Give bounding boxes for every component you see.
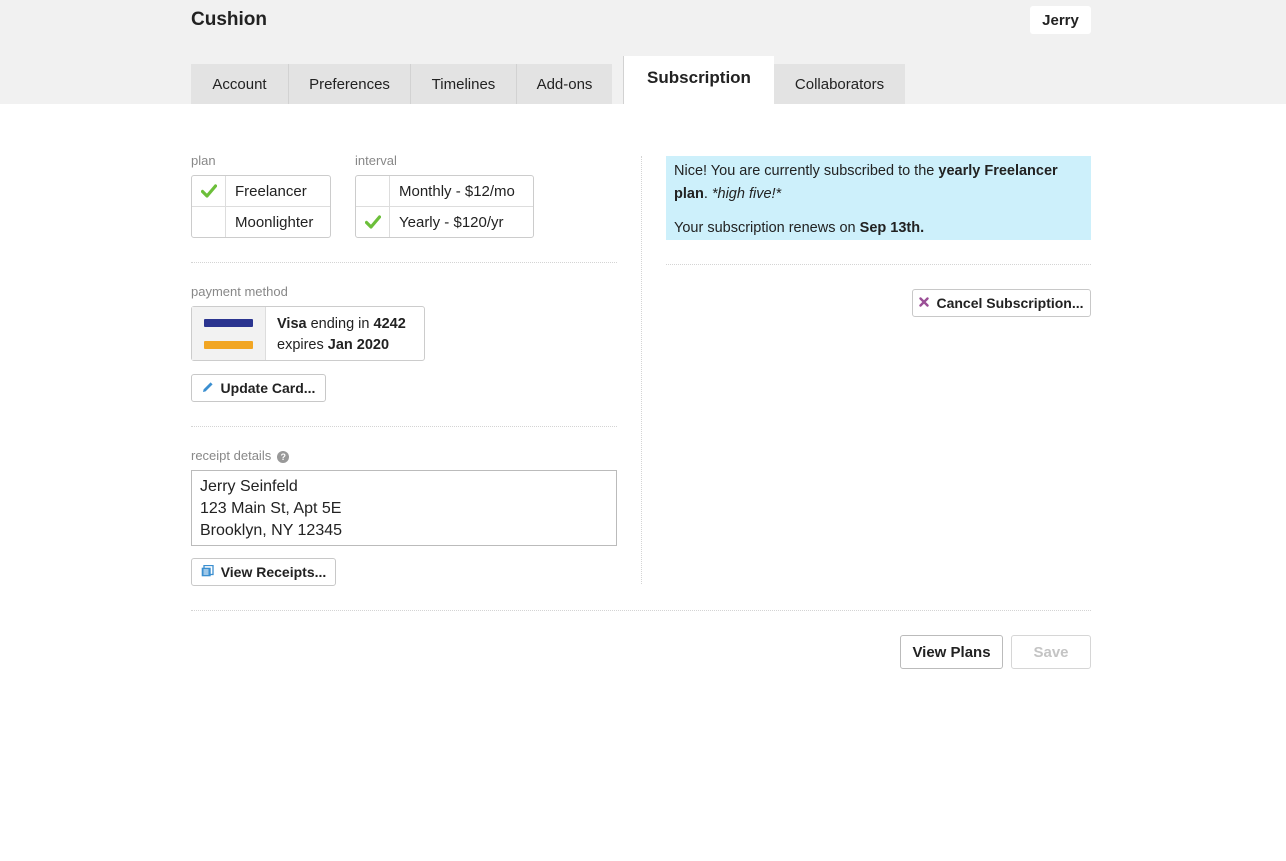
- payment-method-label: payment method: [191, 284, 288, 299]
- card-expiry: Jan 2020: [327, 337, 390, 353]
- tab-account[interactable]: Account: [191, 64, 288, 104]
- checkmark-icon: [192, 176, 226, 206]
- interval-option-monthly[interactable]: Monthly - $12/mo: [356, 176, 533, 206]
- receipt-line: Brooklyn, NY 12345: [200, 522, 343, 539]
- interval-label: interval: [355, 153, 397, 168]
- receipt-details-text: receipt details: [191, 448, 272, 463]
- plan-option-label: Freelancer: [235, 182, 307, 200]
- view-plans-button[interactable]: View Plans: [900, 635, 1003, 669]
- cancel-subscription-label: Cancel Subscription...: [936, 295, 1084, 311]
- app-logo[interactable]: Cushion: [191, 9, 267, 31]
- tab-timelines[interactable]: Timelines: [410, 64, 516, 104]
- status-line-1: Nice! You are currently subscribed to th…: [674, 163, 1058, 202]
- divider: [666, 264, 1091, 265]
- receipts-icon: [201, 564, 214, 580]
- header-bar: Cushion Jerry Account Preferences Timeli…: [0, 0, 1286, 104]
- footer-divider: [191, 610, 1091, 611]
- interval-option-yearly[interactable]: Yearly - $120/yr: [356, 206, 533, 237]
- tab-collaborators[interactable]: Collaborators: [774, 64, 905, 104]
- plan-option-moonlighter[interactable]: Moonlighter: [192, 206, 330, 237]
- tab-add-ons[interactable]: Add-ons: [516, 64, 612, 104]
- view-receipts-label: View Receipts...: [220, 564, 327, 580]
- checkmark-icon: [356, 207, 390, 237]
- plan-option-label: Moonlighter: [235, 213, 314, 231]
- save-button[interactable]: Save: [1011, 635, 1091, 669]
- card-expires-text: expires: [277, 337, 324, 353]
- plan-label: plan: [191, 153, 216, 168]
- payment-card: Visa ending in 4242 expires Jan 2020: [191, 306, 425, 361]
- interval-option-label: Monthly - $12/mo: [399, 182, 515, 200]
- card-details: Visa ending in 4242 expires Jan 2020: [277, 314, 406, 356]
- update-card-label: Update Card...: [220, 380, 316, 396]
- close-icon: [919, 296, 930, 310]
- pencil-icon: [202, 381, 214, 396]
- update-card-button[interactable]: Update Card...: [191, 374, 326, 402]
- credit-card-icon: [192, 307, 266, 360]
- empty-check-cell: [192, 207, 226, 237]
- interval-selector: Monthly - $12/mo Yearly - $120/yr: [355, 175, 534, 238]
- receipt-line: 123 Main St, Apt 5E: [200, 500, 342, 517]
- interval-option-label: Yearly - $120/yr: [399, 213, 504, 231]
- divider: [191, 262, 617, 263]
- receipt-line: Jerry Seinfeld: [200, 478, 298, 495]
- subscription-status-notice: Nice! You are currently subscribed to th…: [666, 156, 1091, 240]
- card-brand: Visa: [277, 316, 307, 332]
- divider: [191, 426, 617, 427]
- receipt-details-textarea[interactable]: Jerry Seinfeld 123 Main St, Apt 5E Brook…: [191, 470, 617, 546]
- view-receipts-button[interactable]: View Receipts...: [191, 558, 336, 586]
- empty-check-cell: [356, 176, 390, 206]
- status-line-2: Your subscription renews on Sep 13th.: [674, 220, 925, 236]
- column-divider: [641, 156, 642, 584]
- plan-selector: Freelancer Moonlighter: [191, 175, 331, 238]
- cancel-subscription-button[interactable]: Cancel Subscription...: [912, 289, 1091, 317]
- plan-option-freelancer[interactable]: Freelancer: [192, 176, 330, 206]
- receipt-details-label: receipt details?: [191, 448, 290, 463]
- user-menu-button[interactable]: Jerry: [1030, 6, 1091, 34]
- card-ending-text: ending in: [310, 316, 370, 332]
- tab-preferences[interactable]: Preferences: [288, 64, 410, 104]
- card-last4: 4242: [373, 316, 406, 332]
- tab-subscription[interactable]: Subscription: [623, 56, 774, 104]
- question-circle-icon[interactable]: ?: [277, 451, 290, 463]
